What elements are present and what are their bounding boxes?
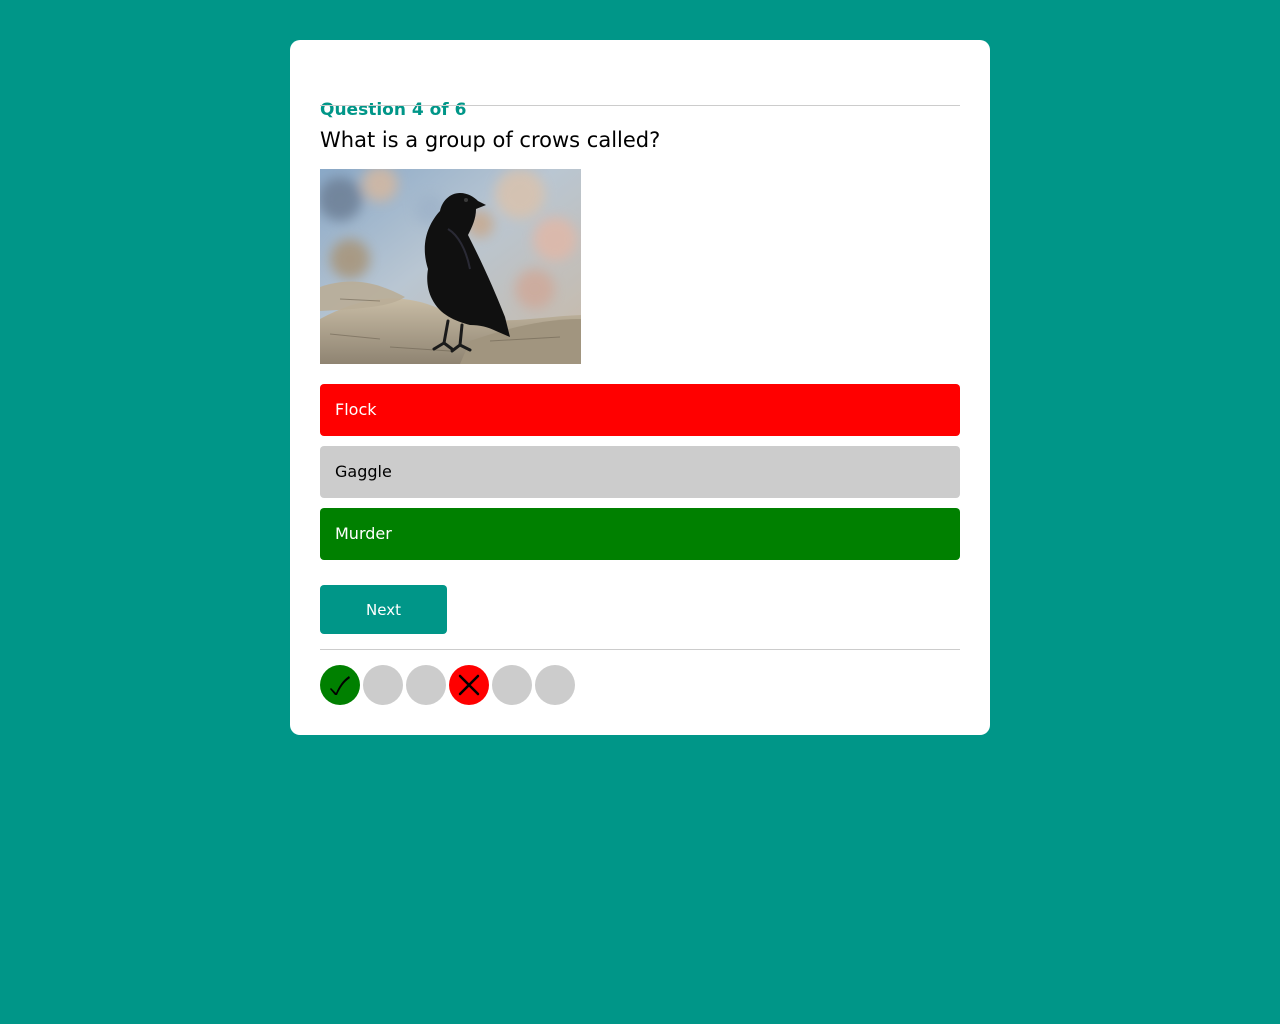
progress-dot-incorrect xyxy=(449,665,489,705)
footer-divider xyxy=(320,649,960,650)
quiz-card: Question 4 of 6 What is a group of crows… xyxy=(290,40,990,735)
question-text: What is a group of crows called? xyxy=(320,128,661,152)
answer-option-murder[interactable]: Murder xyxy=(320,508,960,560)
answer-option-flock[interactable]: Flock xyxy=(320,384,960,436)
check-icon xyxy=(330,676,350,695)
next-button[interactable]: Next xyxy=(320,585,447,634)
progress-dot-unanswered xyxy=(406,665,446,705)
x-icon xyxy=(458,674,480,696)
header-divider xyxy=(320,105,960,106)
progress-dot-unanswered xyxy=(363,665,403,705)
answer-option-label: Flock xyxy=(335,400,377,419)
progress-dot-unanswered xyxy=(535,665,575,705)
answer-option-label: Murder xyxy=(335,524,392,543)
answer-option-label: Gaggle xyxy=(335,462,392,481)
progress-dot-correct xyxy=(320,665,360,705)
answer-option-gaggle[interactable]: Gaggle xyxy=(320,446,960,498)
progress-indicator xyxy=(320,665,575,705)
progress-dot-unanswered xyxy=(492,665,532,705)
crow-photo xyxy=(320,169,581,364)
question-counter: Question 4 of 6 xyxy=(320,100,467,120)
